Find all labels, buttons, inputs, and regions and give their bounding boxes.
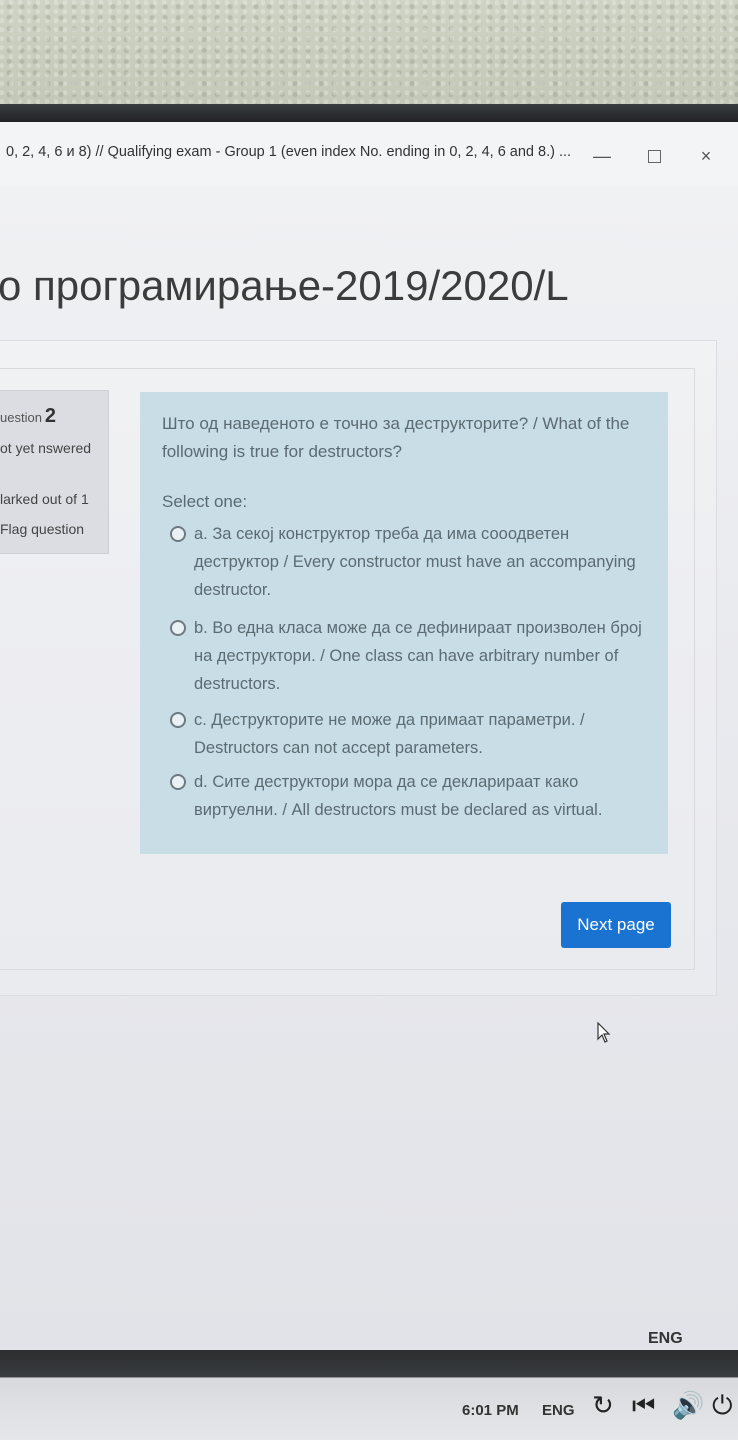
- question-text: Што од наведеното е точно за деструктори…: [162, 414, 630, 461]
- power-icon[interactable]: ⏻: [712, 1390, 733, 1422]
- window-titlebar: 0, 2, 4, 6 и 8) // Qualifying exam - Gro…: [0, 122, 738, 186]
- volume-icon[interactable]: 🔊: [672, 1390, 704, 1421]
- taskbar-language[interactable]: ENG: [542, 1402, 575, 1419]
- clock[interactable]: 6:01 PM: [462, 1402, 519, 1419]
- course-title: о програмирање-2019/2020/L: [0, 262, 569, 309]
- answer-option-c[interactable]: c. Деструкторите не може да примаат пара…: [170, 706, 650, 762]
- maximize-icon: [647, 150, 661, 163]
- wall-background: [0, 0, 738, 112]
- answer-option-d[interactable]: d. Сите деструктори мора да се декларира…: [170, 768, 650, 824]
- language-indicator[interactable]: ENG: [648, 1330, 683, 1348]
- answer-option-a[interactable]: a. За секој конструктор треба да има соо…: [170, 520, 650, 604]
- answer-label-b: b. Во една класа може да се дефинираат п…: [194, 619, 642, 693]
- answer-label-d: d. Сите деструктори мора да се декларира…: [194, 773, 603, 819]
- monitor-bezel: [0, 104, 738, 124]
- close-button[interactable]: ×: [692, 142, 720, 170]
- previous-track-icon[interactable]: ⏮: [632, 1390, 655, 1422]
- next-page-button[interactable]: Next page: [561, 902, 671, 948]
- answer-option-b[interactable]: b. Во една класа може да се дефинираат п…: [170, 614, 650, 698]
- question-number: uestion 2: [0, 405, 56, 428]
- question-label: uestion: [0, 410, 42, 425]
- window-title: 0, 2, 4, 6 и 8) // Qualifying exam - Gro…: [6, 144, 572, 160]
- maximize-button[interactable]: [640, 142, 668, 170]
- question-box: Што од наведеното е точно за деструктори…: [140, 392, 668, 854]
- question-info: uestion 2 ot yet nswered larked out of 1 …: [0, 390, 109, 554]
- flag-question-link[interactable]: Flag question: [0, 521, 84, 537]
- mouse-cursor-icon: [597, 1022, 611, 1043]
- screen: 0, 2, 4, 6 и 8) // Qualifying exam - Gro…: [0, 122, 738, 1350]
- question-marks: larked out of 1: [0, 491, 89, 507]
- radio-b[interactable]: [170, 620, 186, 636]
- question-number-value: 2: [44, 405, 57, 427]
- answer-label-c: c. Деструкторите не може да примаат пара…: [194, 711, 585, 757]
- radio-d[interactable]: [170, 774, 186, 790]
- answer-label-a: a. За секој конструктор треба да има соо…: [194, 525, 636, 599]
- taskbar: 6:01 PM ENG ↻ ⏮ 🔊 ⏻: [0, 1350, 738, 1440]
- radio-a[interactable]: [170, 526, 186, 542]
- select-one-prompt: Select one:: [162, 492, 248, 511]
- minimize-button[interactable]: —: [588, 142, 616, 170]
- radio-c[interactable]: [170, 712, 186, 728]
- question-state: ot yet nswered: [0, 440, 92, 456]
- flag-question-label: Flag question: [0, 521, 85, 537]
- refresh-icon[interactable]: ↻: [592, 1390, 614, 1421]
